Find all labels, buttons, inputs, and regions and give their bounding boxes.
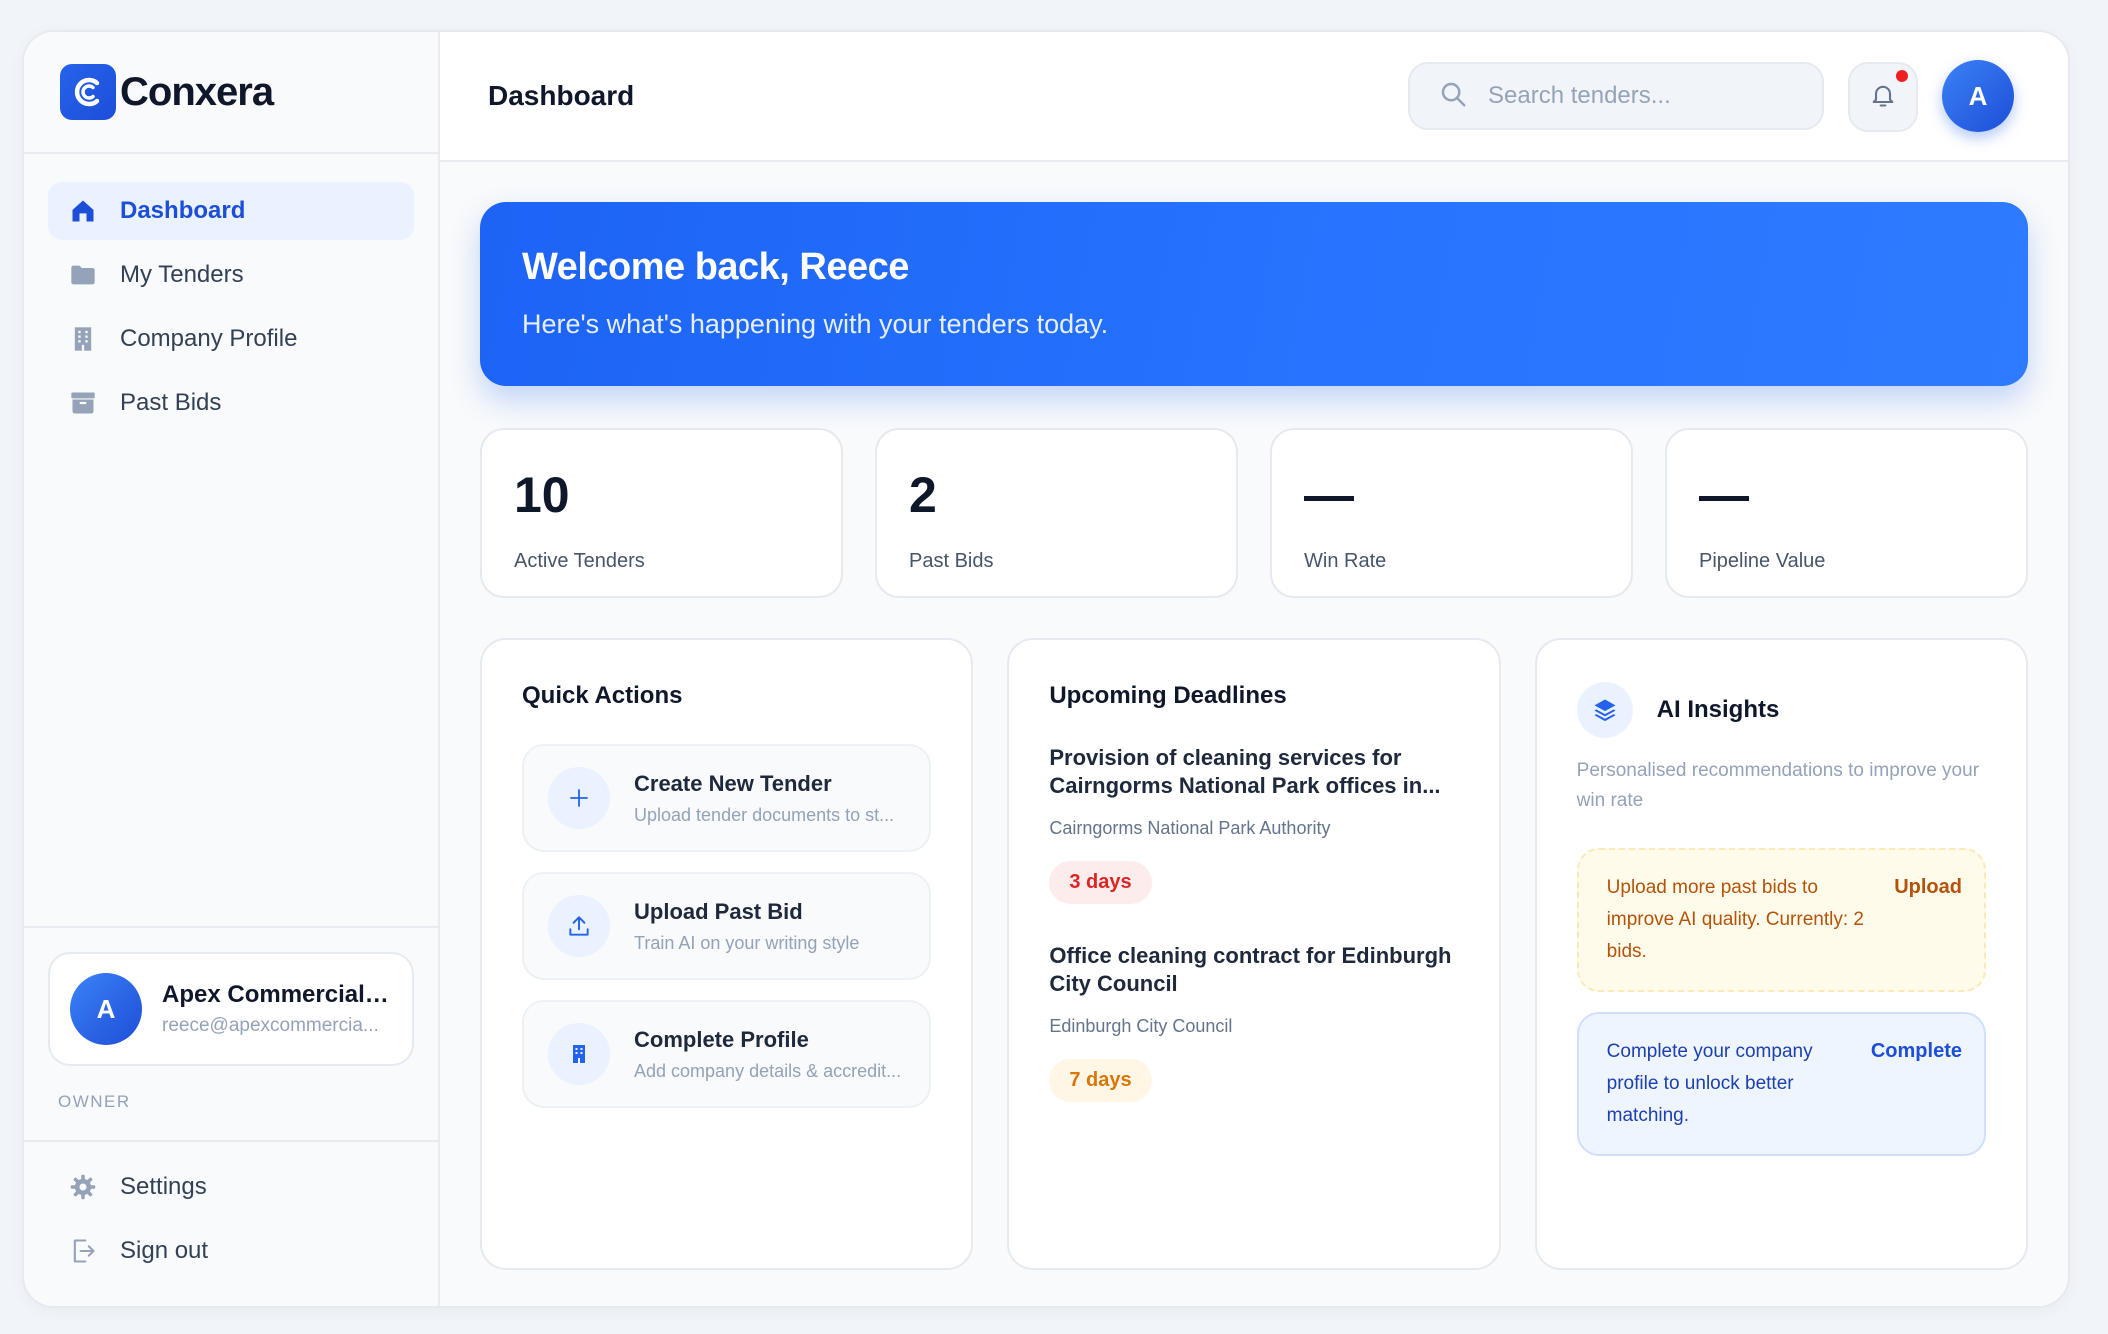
sidebar-item-label: Company Profile	[120, 325, 298, 352]
action-subtitle: Add company details & accredit...	[634, 1060, 902, 1081]
sign-out-label: Sign out	[120, 1237, 209, 1264]
insight-text: Complete your company profile to unlock …	[1606, 1041, 1813, 1126]
deadline-title: Provision of cleaning services for Cairn…	[1049, 745, 1441, 798]
sidebar: Conxera Dashboard My Tenders Company Pro…	[24, 32, 440, 1306]
upload-past-bid-action[interactable]: Upload Past Bid Train AI on your writing…	[522, 872, 932, 980]
search-box[interactable]	[1408, 62, 1824, 130]
upload-link[interactable]: Upload	[1894, 876, 1962, 968]
stat-card-win-rate: — Win Rate	[1270, 428, 1633, 598]
app-window: Conxera Dashboard My Tenders Company Pro…	[22, 30, 2070, 1308]
stat-label: Active Tenders	[514, 550, 645, 572]
complete-link[interactable]: Complete	[1871, 1040, 1962, 1132]
main-content: Dashboard A Welcome back, Reece Here's w…	[440, 32, 2068, 1306]
folder-icon	[68, 260, 98, 290]
avatar: A	[70, 973, 142, 1045]
building-icon	[548, 1023, 610, 1085]
settings-button[interactable]: Settings	[48, 1158, 414, 1216]
page-title: Dashboard	[488, 80, 635, 111]
insight-card-profile: Complete your company profile to unlock …	[1576, 1012, 1986, 1156]
stat-card-active-tenders: 10 Active Tenders	[480, 428, 843, 598]
stat-label: Pipeline Value	[1699, 550, 1826, 572]
welcome-banner: Welcome back, Reece Here's what's happen…	[480, 202, 2028, 386]
deadline-badge: 7 days	[1049, 1059, 1152, 1102]
settings-label: Settings	[120, 1173, 207, 1200]
gear-icon	[68, 1172, 98, 1202]
deadline-item[interactable]: Provision of cleaning services for Cairn…	[1049, 744, 1458, 904]
account-name: Apex Commercial C...	[162, 981, 394, 1008]
sidebar-item-label: My Tenders	[120, 261, 244, 288]
stat-label: Win Rate	[1304, 550, 1387, 572]
action-title: Create New Tender	[634, 770, 832, 796]
account-email: reece@apexcommercia...	[162, 1015, 379, 1036]
stat-value: —	[1699, 467, 1749, 523]
deadline-org: Edinburgh City Council	[1049, 1016, 1233, 1036]
ai-insights-panel: AI Insights Personalised recommendations…	[1534, 638, 2028, 1270]
action-title: Complete Profile	[634, 1026, 809, 1052]
top-bar: Dashboard A	[440, 32, 2068, 162]
main-nav: Dashboard My Tenders Company Profile Pas…	[24, 154, 438, 438]
sidebar-item-label: Past Bids	[120, 389, 222, 416]
deadline-title: Office cleaning contract for Edinburgh C…	[1049, 943, 1452, 996]
sidebar-item-company-profile[interactable]: Company Profile	[48, 310, 414, 368]
user-avatar-button[interactable]: A	[1942, 60, 2014, 132]
stat-card-pipeline-value: — Pipeline Value	[1665, 428, 2028, 598]
account-section: A Apex Commercial C... reece@apexcommerc…	[24, 926, 438, 1112]
search-input[interactable]	[1488, 82, 1788, 110]
stat-value: 10	[514, 467, 570, 523]
deadline-org: Cairngorms National Park Authority	[1049, 818, 1331, 838]
layers-icon	[1576, 682, 1633, 738]
account-role: OWNER	[58, 1092, 131, 1111]
panel-title: Quick Actions	[522, 682, 683, 709]
welcome-title: Welcome back, Reece	[522, 246, 909, 288]
plus-icon	[548, 767, 610, 829]
stat-card-past-bids: 2 Past Bids	[875, 428, 1238, 598]
upload-icon	[548, 895, 610, 957]
stat-value: 2	[909, 467, 937, 523]
stat-value: —	[1304, 467, 1354, 523]
quick-actions-panel: Quick Actions Create New Tender Upload t…	[480, 638, 974, 1270]
deadline-badge: 3 days	[1049, 861, 1152, 904]
sidebar-item-label: Dashboard	[120, 197, 246, 224]
stats-row: 10 Active Tenders 2 Past Bids — Win Rate…	[480, 428, 2028, 598]
home-icon	[68, 196, 98, 226]
panels-row: Quick Actions Create New Tender Upload t…	[480, 638, 2028, 1270]
bell-icon	[1869, 81, 1897, 114]
bottom-nav: Settings Sign out	[24, 1140, 438, 1286]
deadline-item[interactable]: Office cleaning contract for Edinburgh C…	[1049, 942, 1458, 1102]
ai-insights-subtitle: Personalised recommendations to improve …	[1576, 760, 1980, 811]
action-subtitle: Upload tender documents to st...	[634, 804, 895, 825]
account-card[interactable]: A Apex Commercial C... reece@apexcommerc…	[48, 952, 414, 1066]
sign-out-icon	[68, 1236, 98, 1266]
brand-name: Conxera	[120, 69, 274, 114]
complete-profile-action[interactable]: Complete Profile Add company details & a…	[522, 1000, 932, 1108]
panel-title: Upcoming Deadlines	[1049, 682, 1287, 709]
insight-text: Upload more past bids to improve AI qual…	[1606, 877, 1864, 962]
action-subtitle: Train AI on your writing style	[634, 932, 860, 953]
stat-label: Past Bids	[909, 550, 994, 572]
deadlines-panel: Upcoming Deadlines Provision of cleaning…	[1007, 638, 1501, 1270]
notifications-button[interactable]	[1848, 62, 1918, 132]
sidebar-item-my-tenders[interactable]: My Tenders	[48, 246, 414, 304]
insight-card-upload: Upload more past bids to improve AI qual…	[1576, 848, 1986, 992]
create-tender-action[interactable]: Create New Tender Upload tender document…	[522, 744, 932, 852]
notification-dot	[1896, 70, 1908, 82]
search-icon	[1438, 79, 1468, 114]
action-title: Upload Past Bid	[634, 898, 803, 924]
brand[interactable]: Conxera	[24, 32, 438, 154]
archive-icon	[68, 388, 98, 418]
building-icon	[68, 324, 98, 354]
sidebar-item-dashboard[interactable]: Dashboard	[48, 182, 414, 240]
brand-logo-icon	[60, 64, 116, 120]
panel-title: AI Insights	[1656, 696, 1780, 723]
sidebar-item-past-bids[interactable]: Past Bids	[48, 374, 414, 432]
sign-out-button[interactable]: Sign out	[48, 1222, 414, 1280]
welcome-subtitle: Here's what's happening with your tender…	[522, 309, 1109, 339]
